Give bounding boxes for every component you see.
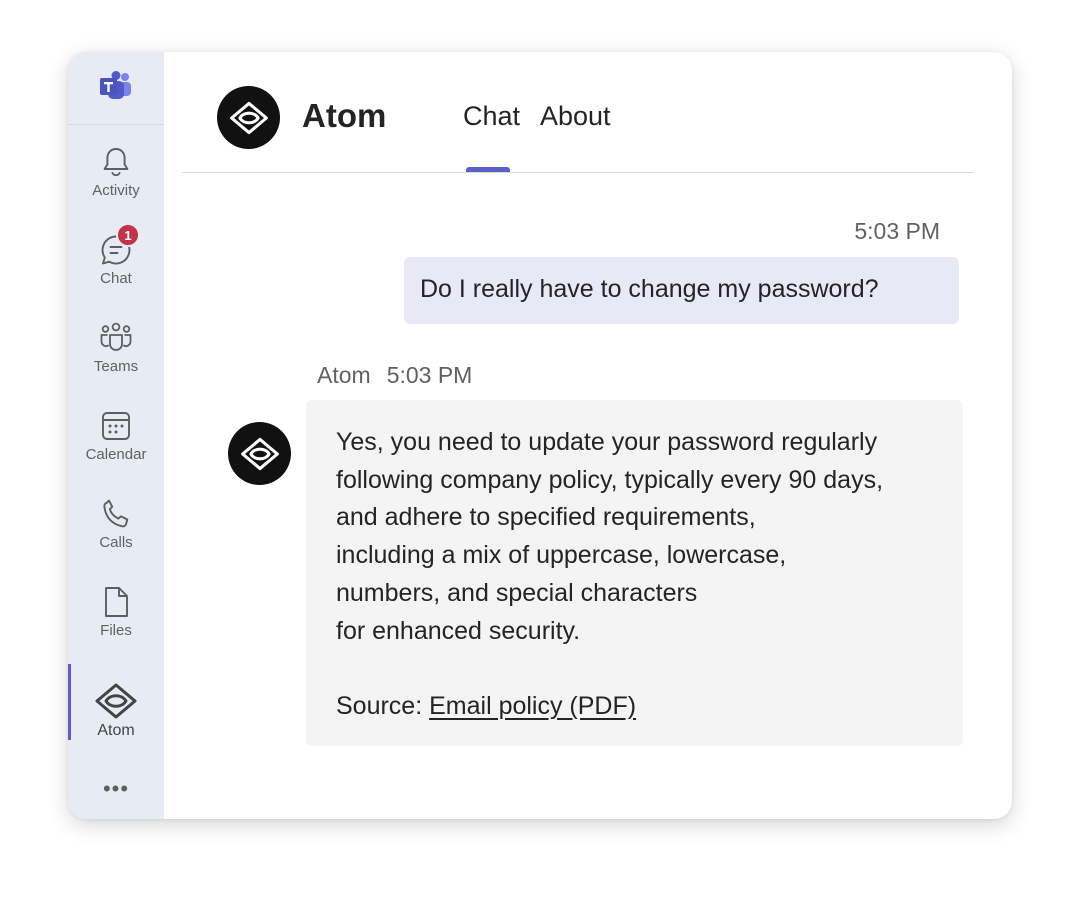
source-line: Source: Email policy (PDF) (336, 688, 933, 726)
main-pane: Atom Chat About 5:03 PM Do I really have… (164, 52, 1012, 819)
message-timestamp: 5:03 PM (386, 362, 473, 388)
message-line: numbers, and special characters (336, 578, 698, 607)
teams-logo-area (68, 52, 164, 125)
rail-item-activity[interactable]: Activity (68, 144, 164, 199)
rail-item-label: Calendar (85, 446, 147, 463)
bot-name: Atom (302, 97, 387, 134)
rail-item-label: Calls (99, 534, 133, 551)
message-line: including a mix of uppercase, lowercase, (336, 541, 787, 570)
line-spacer (336, 650, 933, 688)
chat-icon: 1 (98, 223, 140, 268)
rail-item-label: Chat (100, 270, 132, 287)
rail-item-label: Atom (97, 722, 135, 739)
chat-header: Atom Chat About (182, 52, 974, 173)
bot-message-meta: Atom 5:03 PM (317, 362, 472, 389)
rail-item-chat[interactable]: 1 Chat (68, 223, 164, 287)
calendar-icon (98, 408, 134, 444)
message-line: for enhanced security. (336, 616, 581, 645)
teams-logo-icon (99, 70, 133, 106)
bot-message-bubble[interactable]: Yes, you need to update your password re… (306, 400, 963, 746)
rail-item-label: Activity (92, 182, 140, 199)
rail-item-teams[interactable]: Teams (68, 320, 164, 375)
rail-item-files[interactable]: Files (68, 584, 164, 639)
app-rail: Activity 1 Chat Teams Calendar Calls Fil… (68, 52, 164, 819)
rail-item-atom[interactable]: Atom (68, 682, 164, 740)
bot-logo-icon (217, 86, 280, 149)
message-line: and adhere to specified requirements, (336, 503, 756, 532)
file-icon (98, 584, 134, 620)
active-tab-indicator (466, 167, 510, 172)
source-link[interactable]: Email policy (PDF) (429, 692, 636, 720)
phone-icon (98, 496, 134, 532)
rail-item-label: Files (100, 622, 132, 639)
tab-about[interactable]: About (540, 101, 611, 132)
teams-icon (98, 320, 134, 356)
sender-name: Atom (317, 362, 371, 388)
source-label: Source: (336, 691, 430, 720)
rail-item-calendar[interactable]: Calendar (68, 408, 164, 463)
message-text: Do I really have to change my password? (420, 275, 879, 303)
bell-icon (98, 144, 134, 180)
teams-window: Activity 1 Chat Teams Calendar Calls Fil… (68, 52, 1012, 819)
message-timestamp: 5:03 PM (854, 218, 940, 244)
more-apps-button[interactable]: ••• (68, 778, 164, 800)
atom-logo-icon (93, 682, 139, 720)
rail-item-calls[interactable]: Calls (68, 496, 164, 551)
message-line: Yes, you need to update your password re… (336, 428, 878, 456)
unread-badge: 1 (116, 223, 140, 247)
atom-logo-icon (240, 437, 279, 470)
tab-chat[interactable]: Chat (463, 101, 520, 132)
bot-avatar (228, 422, 291, 485)
user-message-bubble[interactable]: Do I really have to change my password? (404, 257, 959, 324)
message-line: following company policy, typically ever… (336, 465, 884, 494)
rail-item-label: Teams (93, 358, 139, 375)
